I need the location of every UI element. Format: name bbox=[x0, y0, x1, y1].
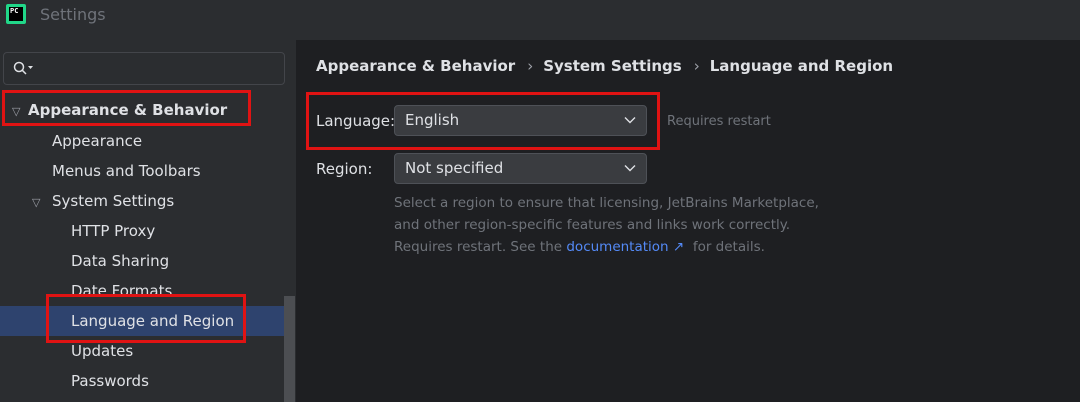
documentation-link[interactable]: documentation ↗ bbox=[566, 239, 684, 255]
tree-item-system-settings[interactable]: ▽ System Settings bbox=[32, 186, 174, 216]
documentation-link-label[interactable]: documentation bbox=[566, 239, 668, 255]
tree-item-appearance-behavior[interactable]: ▽ Appearance & Behavior bbox=[12, 95, 227, 125]
tree-item-label: Passwords bbox=[71, 372, 149, 390]
breadcrumb-item[interactable]: System Settings bbox=[543, 57, 682, 75]
chevron-down-icon bbox=[624, 117, 636, 124]
tree-item-label: Menus and Toolbars bbox=[52, 162, 201, 180]
external-link-icon: ↗ bbox=[672, 239, 685, 255]
tree-item-label: Appearance bbox=[52, 132, 143, 150]
chevron-down-icon bbox=[624, 165, 636, 172]
requires-restart-hint: Requires restart bbox=[667, 114, 771, 129]
tree-item-label: Date Formats bbox=[71, 282, 173, 300]
breadcrumb-item: Language and Region bbox=[709, 57, 894, 75]
language-label: Language: bbox=[316, 112, 396, 130]
breadcrumb-item[interactable]: Appearance & Behavior bbox=[316, 57, 515, 75]
chevron-right-icon: › bbox=[527, 57, 534, 75]
title-bar: PC Settings bbox=[0, 0, 1080, 40]
tree-item-menus-toolbars[interactable]: Menus and Toolbars bbox=[52, 156, 201, 186]
chevron-right-icon: › bbox=[693, 57, 700, 75]
tree-item-label: System Settings bbox=[52, 192, 175, 210]
language-dropdown[interactable]: English bbox=[394, 105, 647, 136]
tree-item-passwords[interactable]: Passwords bbox=[71, 366, 149, 396]
region-description: Select a region to ensure that licensing… bbox=[394, 192, 834, 258]
description-suffix: for details. bbox=[692, 239, 765, 255]
tree-item-label: Language and Region bbox=[71, 312, 235, 330]
tree-item-http-proxy[interactable]: HTTP Proxy bbox=[71, 216, 155, 246]
pycharm-app-icon: PC bbox=[6, 4, 26, 24]
language-value: English bbox=[405, 111, 460, 129]
region-dropdown[interactable]: Not specified bbox=[394, 153, 647, 184]
tree-scrollbar[interactable] bbox=[284, 296, 295, 402]
tree-item-language-region[interactable]: Language and Region bbox=[0, 306, 284, 336]
window-title: Settings bbox=[40, 5, 106, 24]
region-label: Region: bbox=[316, 160, 373, 178]
tree-item-label: Updates bbox=[71, 342, 134, 360]
tree-item-data-sharing[interactable]: Data Sharing bbox=[71, 246, 169, 276]
tree-item-appearance[interactable]: Appearance bbox=[52, 126, 142, 156]
settings-tree-panel: ▽ Appearance & Behavior Appearance Menus … bbox=[0, 40, 296, 402]
breadcrumb: Appearance & Behavior › System Settings › La… bbox=[316, 57, 893, 75]
tree-item-updates[interactable]: Updates bbox=[71, 336, 133, 366]
tree-item-label: Appearance & Behavior bbox=[28, 101, 228, 119]
tree-item-label: HTTP Proxy bbox=[71, 222, 156, 240]
chevron-down-icon: ▽ bbox=[12, 105, 21, 118]
tree-item-label: Data Sharing bbox=[71, 252, 170, 270]
app-icon-label: PC bbox=[9, 7, 23, 21]
panel-divider[interactable] bbox=[296, 40, 297, 402]
region-value: Not specified bbox=[405, 159, 504, 177]
search-input[interactable] bbox=[3, 52, 285, 85]
chevron-down-icon: ▽ bbox=[32, 196, 41, 209]
tree-item-date-formats[interactable]: Date Formats bbox=[71, 276, 172, 306]
search-icon bbox=[13, 61, 33, 75]
